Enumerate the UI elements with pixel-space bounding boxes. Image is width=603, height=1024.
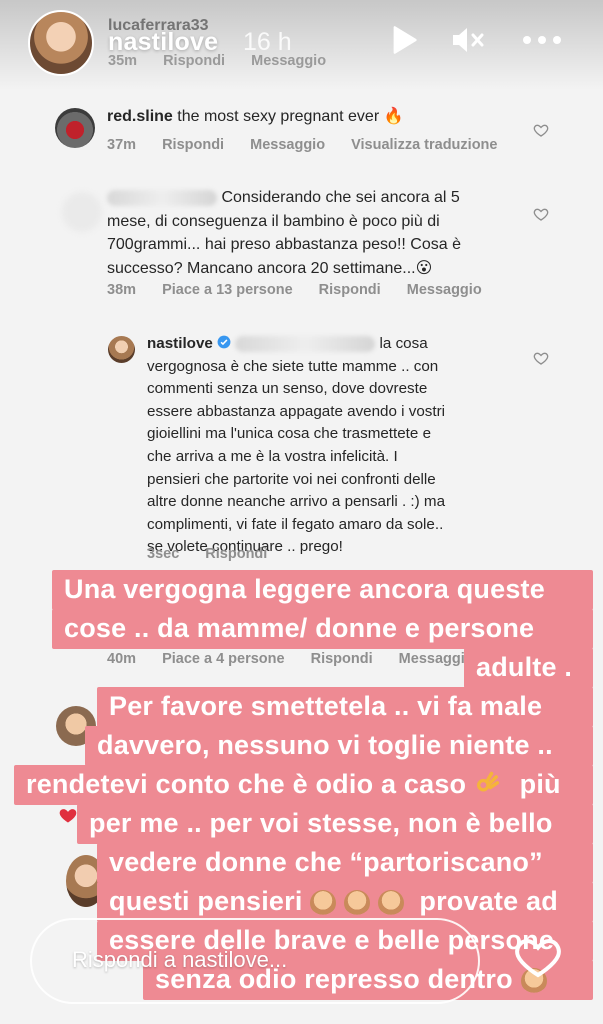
comment-username[interactable]: nastilove (147, 335, 213, 352)
heart-icon[interactable] (533, 350, 549, 366)
overlay-line: rendetevi conto che è odio a caso più (14, 765, 593, 805)
mute-icon[interactable] (450, 22, 486, 58)
overlay-line: vedere donne che “partoriscano” (97, 843, 593, 883)
avatar[interactable] (108, 336, 135, 363)
story-header: nastilove 16 h (0, 0, 603, 90)
comment-line: successo? Mancano ancora 20 settimane...… (107, 259, 433, 277)
message-link[interactable]: Messaggio (250, 137, 325, 153)
reply-link[interactable]: Rispondi (205, 546, 267, 562)
play-icon[interactable] (386, 22, 422, 58)
pray-emoji (343, 889, 370, 916)
overlay-line: davvero, nessuno vi toglie niente .. (85, 726, 593, 766)
reply-link[interactable]: Rispondi (311, 651, 373, 667)
comment-meta: 37m Rispondi Messaggio Visualizza traduz… (107, 137, 519, 153)
comment-text: nastilove la cosa vergognosa è che siete… (147, 333, 542, 559)
comment-time: 37m (107, 137, 137, 153)
message-link[interactable]: Messaggio (407, 282, 482, 298)
overlay-line: adulte . (464, 648, 593, 688)
overlay-line: cose .. da mamme/ donne e persone (52, 609, 593, 649)
comment-meta: 38m Piace a 13 persone Rispondi Messaggi… (107, 282, 504, 298)
message-link[interactable]: Messaggio (399, 651, 474, 667)
comment-line: altre donne neanche arrivo a pensarli . … (147, 493, 446, 511)
comment-username[interactable]: red.sline (107, 108, 173, 125)
comment-line: complimenti, vi fate il fegato amaro da … (147, 515, 444, 533)
comment-line: nastilove la cosa (147, 335, 428, 352)
ok-hand-emoji (476, 771, 500, 792)
likes-link[interactable]: Piace a 13 persone (162, 282, 293, 298)
pray-emoji (377, 889, 404, 916)
comment-line: mese, di conseguenza il bambino è poco p… (107, 212, 440, 230)
story-viewer: lucaferrara33 35m Rispondi Messaggio red… (0, 0, 603, 1024)
comment-line: pensieri che partorite voi nei confronti… (147, 470, 436, 488)
blurred-mention (235, 335, 376, 352)
comment-line: commenti senza un senso, dove dovreste (147, 380, 428, 398)
comment-line: gioiellini ma l'unica cosa che trasmette… (147, 425, 432, 443)
reply-link[interactable]: Rispondi (319, 282, 381, 298)
comment-line: Considerando che sei ancora al 5 (107, 186, 547, 210)
heart-icon[interactable] (514, 935, 562, 979)
comment-line: che arriva a me è la vostra infelicità. … (147, 447, 398, 465)
likes-link[interactable]: Piace a 4 persone (162, 651, 285, 667)
comment-time: 40m (107, 651, 137, 667)
story-username[interactable]: nastilove (108, 28, 218, 57)
comment-time: 3sec (147, 546, 180, 562)
comment-line: vergognosa è che siete tutte mamme .. co… (147, 357, 439, 375)
more-icon[interactable] (520, 22, 564, 58)
overlay-line: per me .. per voi stesse, non è bello (77, 804, 593, 844)
heart-icon[interactable] (533, 122, 549, 138)
comment-meta: 40m Piace a 4 persone Rispondi Messaggio (107, 651, 496, 667)
blurred-username (107, 189, 217, 206)
avatar[interactable] (62, 192, 102, 232)
comment-line: essere abbastanza appagate avendo i vost… (147, 402, 446, 420)
reply-link[interactable]: Rispondi (162, 137, 224, 153)
translate-link[interactable]: Visualizza traduzione (351, 137, 497, 153)
overlay-line: Una vergogna leggere ancora queste (52, 570, 593, 610)
comment-line: 700grammi... hai preso abbastanza peso!!… (107, 236, 461, 253)
reply-input[interactable]: Rispondi a nastilove... (30, 918, 480, 1004)
avatar[interactable] (55, 108, 95, 148)
comment-time: 38m (107, 282, 137, 298)
story-time: 16 h (243, 28, 292, 56)
profile-avatar[interactable] (28, 10, 94, 76)
comment-text: red.sline the most sexy pregnant ever 🔥 (107, 105, 547, 129)
comment-text: Considerando che sei ancora al 5 mese, d… (107, 186, 547, 280)
overlay-line: Per favore smettetela .. vi fa male (97, 687, 593, 727)
comment-meta: 3sec Rispondi (147, 546, 289, 562)
pray-emoji (310, 889, 337, 916)
comment-body: the most sexy pregnant ever 🔥 (177, 108, 404, 125)
heart-icon[interactable] (533, 206, 549, 222)
overlay-line: questi pensieri provate ad (97, 882, 593, 922)
reply-placeholder: Rispondi a nastilove... (72, 947, 288, 972)
heart-emoji-icon (59, 809, 77, 823)
verified-badge-icon (217, 335, 231, 349)
